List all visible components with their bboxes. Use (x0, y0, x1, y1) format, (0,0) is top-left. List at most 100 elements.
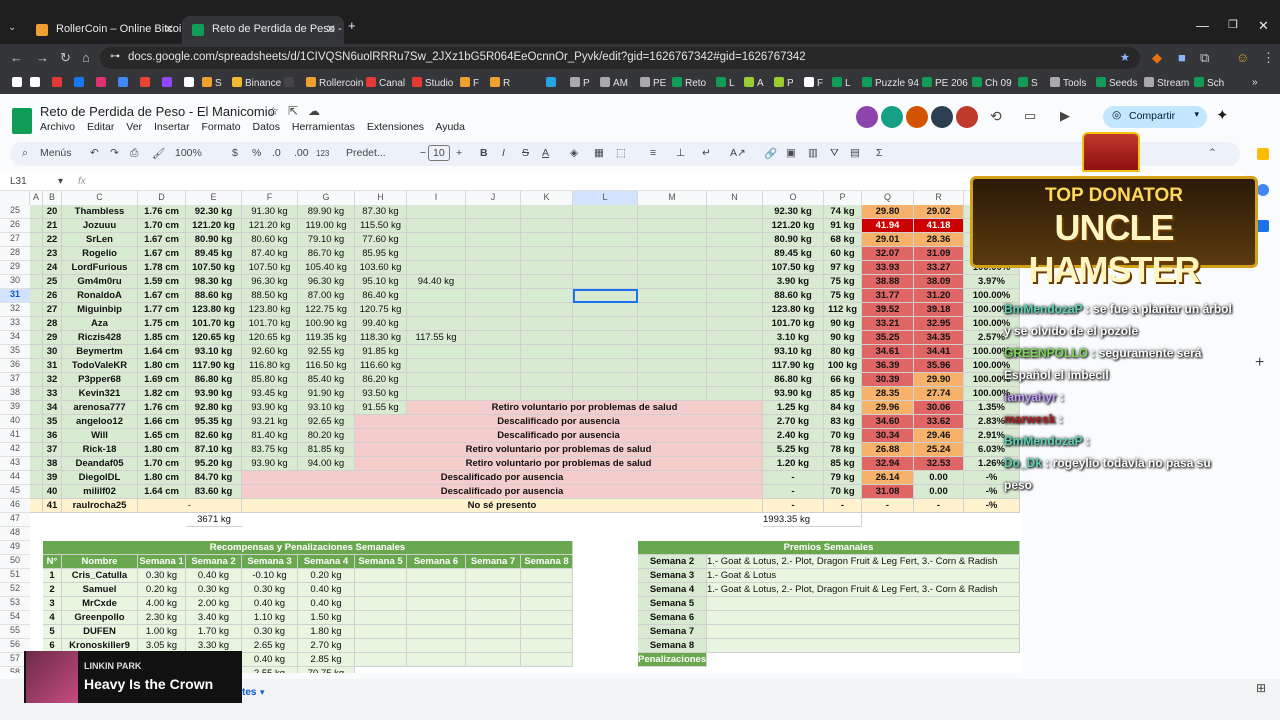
status-message[interactable]: Descalificado por ausencia (355, 415, 763, 429)
forward-icon[interactable]: → (36, 50, 49, 65)
cell[interactable] (573, 359, 638, 373)
rewards-header[interactable]: Semana 8 (521, 555, 573, 569)
cell[interactable] (573, 247, 638, 261)
cell-week[interactable]: 92.65 kg (298, 415, 355, 429)
cell-week[interactable]: 87.30 kg (355, 205, 407, 219)
cell-height[interactable]: 1.80 cm (138, 471, 186, 485)
cell-name[interactable]: mililf02 (62, 485, 138, 499)
bold-button[interactable]: B (480, 147, 488, 159)
bookmark[interactable]: P (570, 77, 590, 89)
cell[interactable] (638, 359, 707, 373)
cell-height[interactable]: 1.80 cm (138, 443, 186, 457)
prize-week[interactable]: Semana 3 (638, 569, 707, 583)
cell[interactable] (573, 303, 638, 317)
star-icon[interactable]: ☆ (268, 104, 279, 118)
rewards-num[interactable]: 4 (43, 611, 62, 625)
cell[interactable] (466, 583, 521, 597)
extension-icon[interactable]: ■ (1178, 50, 1186, 65)
rewards-week[interactable]: 0.40 kg (242, 653, 298, 667)
row-header[interactable]: 26 (0, 219, 30, 233)
cell-weight[interactable]: 88.60 kg (186, 289, 242, 303)
cell-week[interactable]: 93.90 kg (242, 401, 298, 415)
rewards-week[interactable]: 2.70 kg (298, 639, 355, 653)
cell-imc[interactable]: 34.60 (862, 415, 914, 429)
cell-week[interactable]: 95.10 kg (355, 275, 407, 289)
cell-number[interactable]: 37 (43, 443, 62, 457)
chevron-down-icon[interactable]: ▾ (1194, 109, 1199, 120)
move-folder-icon[interactable]: ⇱ (288, 104, 298, 118)
row-header[interactable]: 30 (0, 275, 30, 289)
cell[interactable] (466, 345, 521, 359)
comments-icon[interactable]: ▭ (1024, 108, 1036, 124)
cell-imc[interactable]: 26.14 (862, 471, 914, 485)
cell-week[interactable]: 116.80 kg (242, 359, 298, 373)
cell-height[interactable]: 1.76 cm (138, 205, 186, 219)
cell-number[interactable]: 32 (43, 373, 62, 387)
column-header[interactable]: K (521, 191, 573, 205)
font-size-decrease[interactable]: − (420, 147, 426, 159)
cell-weight[interactable]: 87.10 kg (186, 443, 242, 457)
cell-week[interactable]: 96.30 kg (242, 275, 298, 289)
reload-icon[interactable]: ↻ (60, 50, 71, 66)
cell-number[interactable]: 26 (43, 289, 62, 303)
cell[interactable] (355, 611, 407, 625)
chevron-down-icon[interactable]: ▾ (260, 687, 265, 698)
cell-goal[interactable]: 74 kg (824, 205, 862, 219)
cell[interactable] (521, 639, 573, 653)
menu-editar[interactable]: Editar (87, 121, 114, 133)
prize-text[interactable] (707, 611, 1020, 625)
cell[interactable] (521, 387, 573, 401)
row-header[interactable]: 40 (0, 415, 30, 429)
cell-number[interactable]: 29 (43, 331, 62, 345)
cell[interactable] (30, 345, 43, 359)
cell[interactable] (466, 261, 521, 275)
cell-goal[interactable]: 112 kg (824, 303, 862, 317)
cell-name[interactable]: Rogelio (62, 247, 138, 261)
cell[interactable] (30, 471, 43, 485)
restore-button[interactable]: ❐ (1228, 18, 1238, 31)
cell-number[interactable]: 20 (43, 205, 62, 219)
cell-week[interactable] (407, 205, 466, 219)
cell-week[interactable]: 115.50 kg (355, 219, 407, 233)
cell-name[interactable]: TodoValeKR (62, 359, 138, 373)
cell-goal[interactable]: 85 kg (824, 457, 862, 471)
rewards-week[interactable]: 0.30 kg (186, 583, 242, 597)
row-header[interactable]: 34 (0, 331, 30, 345)
row-header[interactable]: 51 (0, 569, 30, 583)
cell-number[interactable]: 23 (43, 247, 62, 261)
rewards-num[interactable]: 2 (43, 583, 62, 597)
cell[interactable] (638, 275, 707, 289)
bookmark[interactable]: Stream (1144, 77, 1189, 89)
cell[interactable] (466, 289, 521, 303)
cell-imc[interactable]: 38.09 (914, 275, 964, 289)
cell-imc[interactable]: 41.18 (914, 219, 964, 233)
cell-imc[interactable]: 26.88 (862, 443, 914, 457)
cell[interactable] (466, 569, 521, 583)
rewards-week[interactable]: 0.30 kg (242, 583, 298, 597)
text-color-button[interactable]: A (542, 147, 549, 159)
row-header[interactable]: 55 (0, 625, 30, 639)
search-icon[interactable]: ⌕ (22, 147, 28, 160)
row-header[interactable]: 27 (0, 233, 30, 247)
cell-week[interactable]: 81.40 kg (242, 429, 298, 443)
rewards-week[interactable]: 1.70 kg (186, 625, 242, 639)
cell-imc[interactable]: - (862, 499, 914, 513)
cell-imc[interactable]: 29.96 (862, 401, 914, 415)
cell-imc[interactable]: 0.00 (914, 485, 964, 499)
column-header[interactable]: J (466, 191, 521, 205)
cell-weight[interactable]: 83.60 kg (186, 485, 242, 499)
cell-name[interactable]: raulrocha25 (62, 499, 138, 513)
cell-total[interactable]: 3671 kg (186, 513, 242, 527)
cell-height[interactable]: 1.78 cm (138, 261, 186, 275)
cell-loss[interactable]: 88.60 kg (763, 289, 824, 303)
cell[interactable] (30, 401, 43, 415)
bookmark[interactable]: Binance (232, 77, 281, 89)
print-icon[interactable]: ⎙ (130, 147, 138, 160)
borders-icon[interactable]: ▦ (594, 147, 604, 159)
cell-weight[interactable]: 93.10 kg (186, 345, 242, 359)
currency-button[interactable]: $ (232, 147, 238, 159)
cell-loss[interactable]: 92.30 kg (763, 205, 824, 219)
cell-height[interactable]: 1.59 cm (138, 275, 186, 289)
bookmark[interactable]: Ch 09 (972, 77, 1012, 89)
filter-views-icon[interactable]: ▤ (850, 147, 860, 159)
